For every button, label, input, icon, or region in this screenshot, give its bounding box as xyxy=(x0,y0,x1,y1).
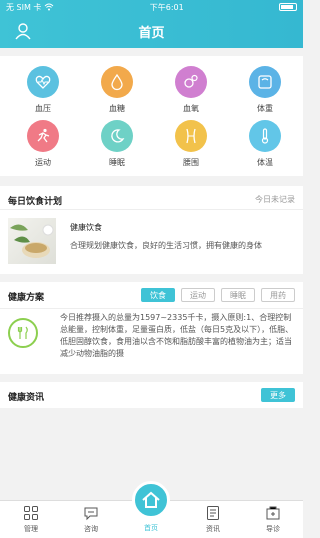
moon-icon xyxy=(101,120,133,152)
plan-item-name[interactable]: 健康饮食 xyxy=(70,222,102,233)
metric-label: 腰围 xyxy=(183,158,199,167)
tab-medication[interactable]: 用药 xyxy=(261,288,295,302)
divider xyxy=(0,209,303,210)
home-icon xyxy=(142,491,160,508)
grid-icon xyxy=(24,506,38,520)
chat-icon xyxy=(84,507,98,521)
nav-manage[interactable]: 管理 xyxy=(6,505,56,537)
scale-icon xyxy=(249,66,281,98)
nav-news[interactable]: 资讯 xyxy=(188,505,238,537)
nav-label: 咨询 xyxy=(84,525,98,533)
oxygen-icon xyxy=(175,66,207,98)
waist-icon xyxy=(175,120,207,152)
metric-label: 体重 xyxy=(257,104,273,113)
metric-waist[interactable]: 腰围 xyxy=(156,120,226,176)
carrier-label: 无 SIM 卡 xyxy=(6,2,42,12)
nav-label: 资讯 xyxy=(206,525,220,533)
metric-label: 睡眠 xyxy=(109,158,125,167)
divider xyxy=(0,308,303,309)
scheme-title: 健康方案 xyxy=(8,293,45,303)
home-button[interactable] xyxy=(132,481,170,519)
metric-blood-sugar[interactable]: 血糖 xyxy=(82,66,152,122)
scheme-tabs: 饮食 运动 睡眠 用药 xyxy=(141,288,295,302)
user-icon[interactable] xyxy=(14,22,32,40)
top-bar: 无 SIM 卡 下午6:01 首页 xyxy=(0,0,303,48)
drop-icon xyxy=(101,66,133,98)
food-image[interactable] xyxy=(8,218,56,264)
guide-icon xyxy=(266,506,280,520)
status-time: 下午6:01 xyxy=(149,2,184,12)
daily-diet-plan-card: 每日饮食计划 今日未记录 健康饮食 合理规划健康饮食，良好的生活习惯，拥有健康的… xyxy=(0,186,303,274)
page-title: 首页 xyxy=(138,25,165,41)
nav-guide[interactable]: 导诊 xyxy=(248,505,298,537)
nav-label: 管理 xyxy=(24,525,38,533)
metric-label: 血氧 xyxy=(183,104,199,113)
metric-weight[interactable]: 体重 xyxy=(230,66,300,122)
health-plan-card: 健康方案 饮食 运动 睡眠 用药 今日推荐摄入的总量为1597~2335千卡，摄… xyxy=(0,282,303,374)
metric-sleep[interactable]: 睡眠 xyxy=(82,120,152,176)
news-title: 健康资讯 xyxy=(8,393,45,403)
battery-icon xyxy=(279,3,297,11)
bottom-nav: 管理 咨询 首页 资讯 导诊 xyxy=(0,481,303,538)
thermometer-icon xyxy=(249,120,281,152)
metrics-grid: 血压 血糖 血氧 体重 运动 睡眠 腰围 体温 xyxy=(0,56,303,176)
plan-title: 每日饮食计划 xyxy=(8,197,63,207)
heartbeat-icon xyxy=(27,66,59,98)
status-bar: 无 SIM 卡 下午6:01 xyxy=(0,0,303,14)
metric-label: 血压 xyxy=(35,104,51,113)
tab-sleep[interactable]: 睡眠 xyxy=(221,288,255,302)
wifi-icon xyxy=(45,3,54,11)
health-news-card: 健康资讯 更多 xyxy=(0,382,303,408)
nav-consult[interactable]: 咨询 xyxy=(66,505,116,537)
metric-label: 体温 xyxy=(257,158,273,167)
metric-label: 血糖 xyxy=(109,104,125,113)
document-icon xyxy=(207,506,219,520)
metric-exercise[interactable]: 运动 xyxy=(8,120,78,176)
tab-diet[interactable]: 饮食 xyxy=(141,288,175,302)
header: 首页 xyxy=(0,14,303,48)
metric-blood-oxygen[interactable]: 血氧 xyxy=(156,66,226,122)
nav-label: 导诊 xyxy=(266,525,280,533)
fork-knife-icon xyxy=(8,318,38,348)
metric-temperature[interactable]: 体温 xyxy=(230,120,300,176)
nav-label-home[interactable]: 首页 xyxy=(132,523,170,533)
more-button[interactable]: 更多 xyxy=(261,388,295,402)
plan-item-description: 合理规划健康饮食，良好的生活习惯，拥有健康的身体 xyxy=(70,241,262,250)
plan-status[interactable]: 今日未记录 xyxy=(255,194,295,205)
scheme-text: 今日推荐摄入的总量为1597~2335千卡，摄入原则:1、合理控制总能量，控制体… xyxy=(60,313,294,358)
tab-exercise[interactable]: 运动 xyxy=(181,288,215,302)
run-icon xyxy=(27,120,59,152)
metric-label: 运动 xyxy=(35,158,51,167)
metric-blood-pressure[interactable]: 血压 xyxy=(8,66,78,122)
